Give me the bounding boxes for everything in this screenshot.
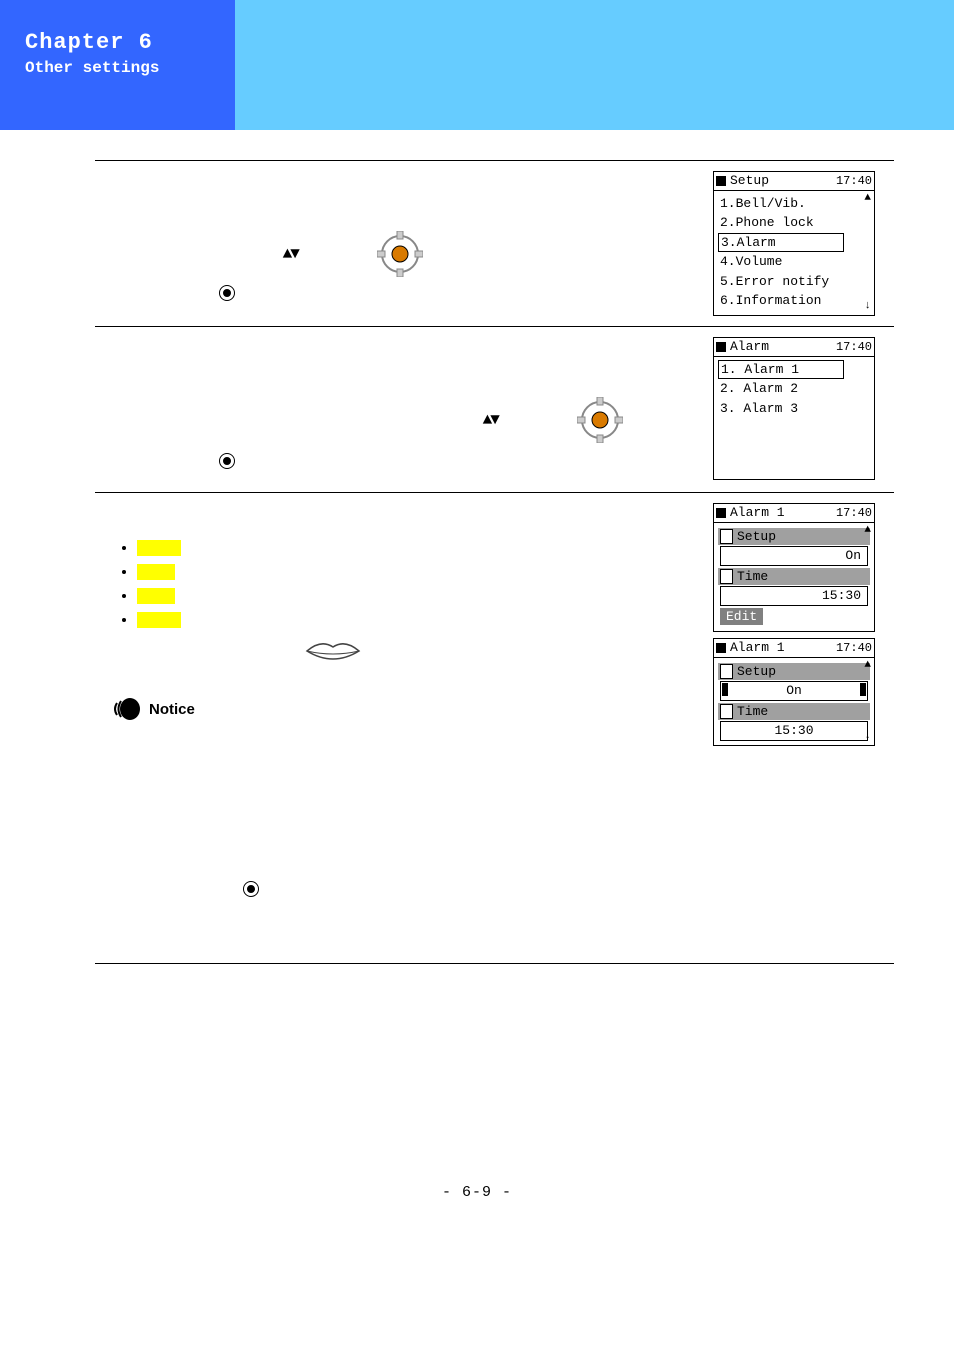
left-arrow-icon <box>722 683 728 696</box>
menu-item[interactable]: 2.Phone lock <box>718 213 870 233</box>
section-label: Time <box>737 703 768 721</box>
updown-arrows-icon: ▲▼ <box>283 245 298 263</box>
page-header: Chapter 6 Other settings <box>0 0 954 130</box>
highlight-blank <box>137 612 181 628</box>
step-instructions: ▲▼ <box>95 161 713 326</box>
screen-title: Alarm 1 <box>730 639 832 657</box>
step-instructions: Notice <box>95 493 713 963</box>
list-item <box>137 563 705 581</box>
scroll-down-icon: ↓ <box>864 301 871 312</box>
section-time: Time <box>718 703 870 721</box>
notice-label: Notice <box>149 701 195 718</box>
bell-icon <box>720 664 733 679</box>
menu-item[interactable]: 5.Error notify <box>718 272 870 292</box>
menu-item[interactable]: 2. Alarm 2 <box>718 379 870 399</box>
section-label: Setup <box>737 528 776 546</box>
clock-icon <box>720 569 733 584</box>
step-row: ▲▼ <box>95 161 894 327</box>
section-time: Time <box>718 568 870 586</box>
time-value: 15:30 <box>720 586 868 606</box>
scroll-down-icon: ↓ <box>864 731 871 742</box>
setup-value-selector[interactable]: On <box>720 681 868 701</box>
lips-icon <box>303 637 363 667</box>
signal-icon <box>716 643 726 653</box>
scroll-up-icon: ▲ <box>864 525 871 536</box>
list-item <box>137 611 705 629</box>
right-arrow-icon <box>860 683 866 696</box>
section-setup: Setup <box>718 663 870 681</box>
step-row: Notice Alarm 1 17:40 ▲ Setup <box>95 493 894 964</box>
clock: 17:40 <box>836 339 872 355</box>
chapter-subtitle: Other settings <box>25 59 225 77</box>
step-row: ▲▼ <box>95 327 894 493</box>
page-number: - 6-9 - <box>0 1184 954 1201</box>
edit-softkey[interactable]: Edit <box>720 608 763 626</box>
clock: 17:40 <box>836 505 872 521</box>
screen-title: Alarm <box>730 338 832 356</box>
screen-title: Alarm 1 <box>730 504 832 522</box>
setup-value: On <box>720 546 868 566</box>
section-setup: Setup <box>718 528 870 546</box>
joystick-icon <box>377 231 423 277</box>
bullet-list <box>137 539 705 629</box>
menu-item-selected[interactable]: 3.Alarm <box>718 233 844 253</box>
bell-icon <box>720 529 733 544</box>
menu-item[interactable]: 3. Alarm 3 <box>718 399 870 419</box>
menu-item[interactable]: 1.Bell/Vib. <box>718 194 870 214</box>
menu-item[interactable]: 4.Volume <box>718 252 870 272</box>
screen-alarm-list: Alarm 17:40 1. Alarm 1 2. Alarm 2 3. Ala… <box>713 337 875 480</box>
updown-arrows-icon: ▲▼ <box>483 411 498 429</box>
center-button-icon <box>219 453 235 469</box>
section-label: Setup <box>737 663 776 681</box>
scroll-up-icon: ▲ <box>864 193 871 204</box>
highlight-blank <box>137 564 175 580</box>
highlight-blank <box>137 588 175 604</box>
clock-icon <box>720 704 733 719</box>
screen-title: Setup <box>730 172 832 190</box>
chapter-title: Chapter 6 <box>25 30 225 55</box>
scroll-up-icon: ▲ <box>864 660 871 671</box>
chapter-block: Chapter 6 Other settings <box>0 0 235 130</box>
screen-setup-menu: Setup 17:40 ▲ 1.Bell/Vib. 2.Phone lock 3… <box>713 171 875 316</box>
notice-block: Notice <box>113 697 705 721</box>
center-button-icon <box>219 285 235 301</box>
joystick-icon <box>577 397 623 443</box>
header-accent <box>235 0 954 130</box>
menu-item[interactable]: 6.Information <box>718 291 870 311</box>
step-instructions: ▲▼ <box>95 327 713 492</box>
menu-item-selected[interactable]: 1. Alarm 1 <box>718 360 844 380</box>
screen-alarm-edit: Alarm 1 17:40 ▲ Setup On <box>713 638 875 746</box>
clock: 17:40 <box>836 173 872 189</box>
notice-icon <box>113 697 141 721</box>
center-button-icon <box>243 881 259 897</box>
screen-alarm-detail: Alarm 1 17:40 ▲ Setup On Time 15:30 Ed <box>713 503 875 632</box>
clock: 17:40 <box>836 640 872 656</box>
section-label: Time <box>737 568 768 586</box>
highlight-blank <box>137 540 181 556</box>
time-value[interactable]: 15:30 <box>720 721 868 741</box>
signal-icon <box>716 342 726 352</box>
setup-value: On <box>786 682 802 700</box>
list-item <box>137 587 705 605</box>
signal-icon <box>716 508 726 518</box>
signal-icon <box>716 176 726 186</box>
steps-table: ▲▼ <box>95 160 894 964</box>
list-item <box>137 539 705 557</box>
